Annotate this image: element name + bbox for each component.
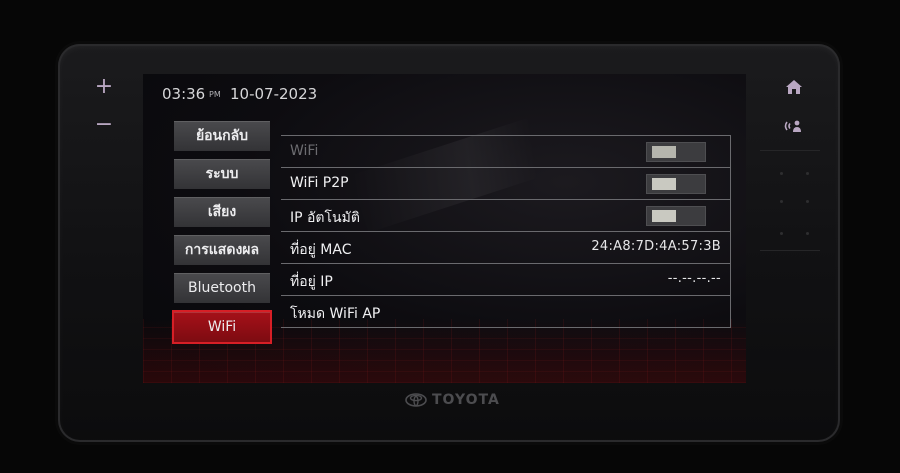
nav-item-bluetooth[interactable]: Bluetooth — [174, 273, 270, 303]
voice-command-button[interactable] — [782, 117, 808, 139]
setting-label: ที่อยู่ IP — [290, 274, 333, 290]
bezel-button-dot — [780, 172, 783, 175]
nav-item-system[interactable]: ระบบ — [174, 159, 270, 189]
toyota-logo-icon — [405, 393, 427, 407]
clock-time: 03:36 — [162, 85, 206, 103]
setting-label: WiFi P2P — [290, 175, 349, 191]
clock-date: 10-07-2023 — [230, 85, 318, 103]
home-button[interactable] — [782, 78, 806, 100]
brand-name: TOYOTA — [432, 392, 500, 408]
bezel-button-dot — [806, 172, 809, 175]
volume-up-button[interactable]: + — [92, 76, 116, 98]
setting-row-auto-ip[interactable]: IP อัตโนมัติ — [281, 199, 730, 231]
nav-item-sound[interactable]: เสียง — [174, 197, 270, 227]
bezel-button-dot — [780, 200, 783, 203]
volume-down-button[interactable]: − — [92, 114, 116, 136]
toggle-knob — [652, 178, 676, 190]
back-button[interactable]: ย้อนกลับ — [174, 121, 270, 151]
setting-label: WiFi — [290, 143, 319, 159]
setting-row-wifi-p2p[interactable]: WiFi P2P — [281, 167, 730, 199]
ip-address-value: --.--.--.-- — [667, 271, 721, 286]
setting-row-mac-address: ที่อยู่ MAC 24:A8:7D:4A:57:3B — [281, 231, 730, 263]
nav-item-wifi[interactable]: WiFi — [174, 312, 270, 342]
voice-command-icon — [784, 120, 801, 132]
bezel-button-dot — [806, 232, 809, 235]
bezel-button-dot — [780, 232, 783, 235]
bezel-divider — [760, 250, 820, 251]
setting-row-ip-address: ที่อยู่ IP --.--.--.-- — [281, 263, 730, 295]
mac-address-value: 24:A8:7D:4A:57:3B — [591, 239, 721, 254]
brand-logo: TOYOTA — [405, 392, 500, 408]
toggle-knob — [652, 146, 676, 158]
wifi-p2p-toggle[interactable] — [646, 174, 706, 194]
wifi-settings-list: WiFi WiFi P2P IP อัตโนมัติ ที่อยู่ MAC 2… — [281, 135, 731, 328]
nav-item-display[interactable]: การแสดงผล — [174, 235, 270, 265]
wifi-toggle[interactable] — [646, 142, 706, 162]
bezel-button-dot — [806, 200, 809, 203]
setting-label: ที่อยู่ MAC — [290, 242, 352, 258]
clock-ampm: PM — [209, 90, 221, 99]
auto-ip-toggle[interactable] — [646, 206, 706, 226]
setting-row-wifi-ap-mode[interactable]: โหมด WiFi AP — [281, 295, 730, 328]
bezel-divider — [760, 150, 820, 151]
toggle-knob — [652, 210, 676, 222]
setting-row-wifi[interactable]: WiFi — [281, 135, 730, 167]
setting-label: IP อัตโนมัติ — [290, 210, 360, 226]
display-screen: 03:36 PM 10-07-2023 ย้อนกลับ ระบบ เสียง … — [143, 74, 746, 383]
setting-label: โหมด WiFi AP — [290, 306, 381, 322]
home-icon — [786, 80, 802, 94]
